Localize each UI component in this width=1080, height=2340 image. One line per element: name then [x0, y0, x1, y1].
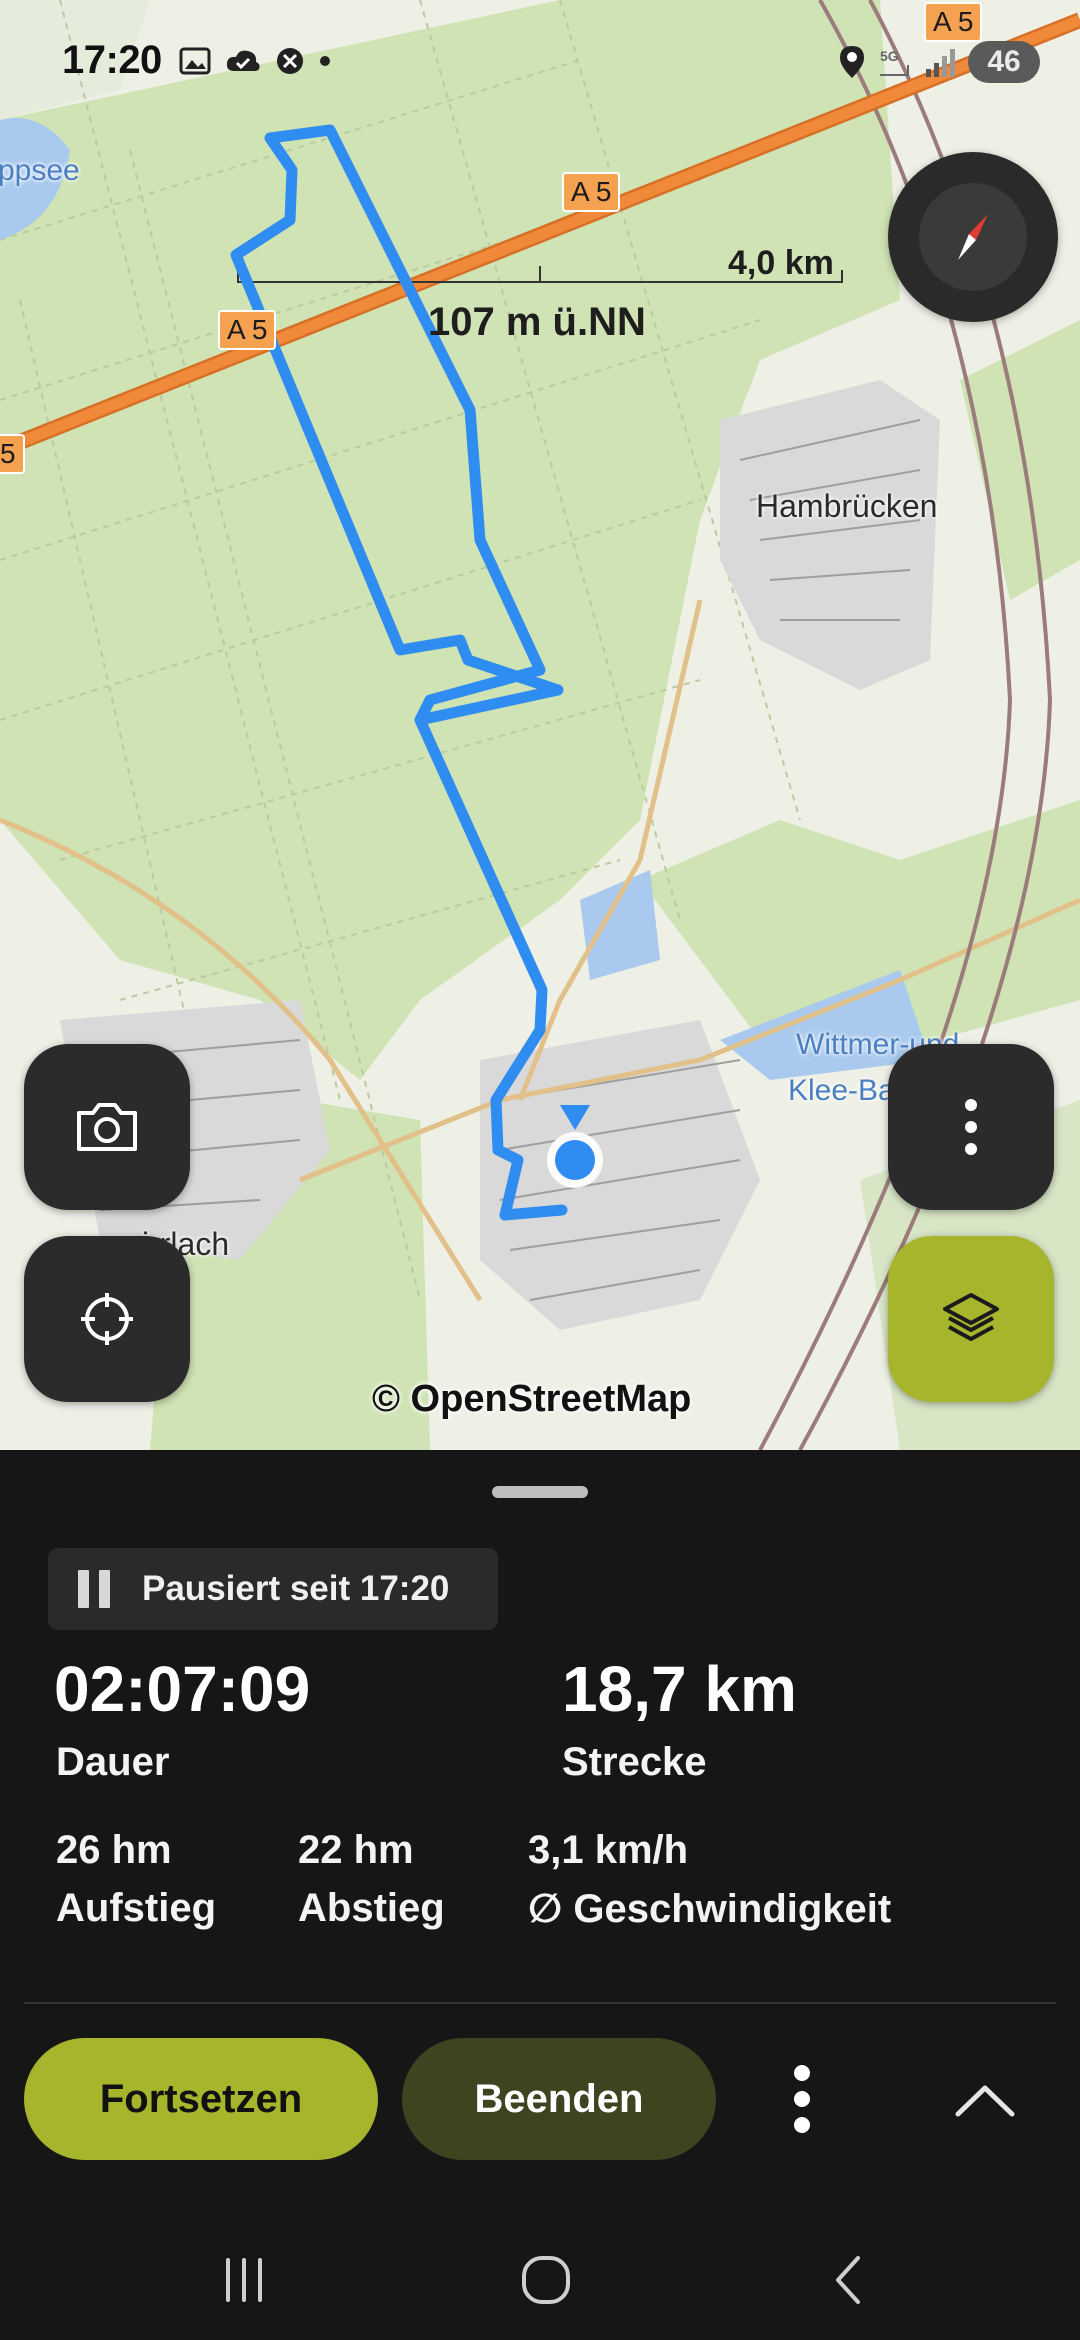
back-icon [836, 2256, 860, 2304]
more-vertical-icon [965, 1099, 977, 1155]
map-attribution[interactable]: © OpenStreetMap [372, 1378, 691, 1421]
divider [24, 2002, 1056, 2004]
notification-icons [178, 44, 332, 78]
recent-apps-button[interactable] [184, 2230, 304, 2330]
duration-label: Dauer [56, 1740, 170, 1784]
svg-text:5G: 5G [880, 48, 899, 64]
location-pin-icon [840, 46, 864, 78]
compass-icon [958, 214, 988, 260]
cloud-check-icon [226, 50, 260, 71]
map-view[interactable]: 17:20 5G 46 A 5 A 5 A 5 5 4,0 km 107 m ü… [0, 0, 1080, 1450]
status-bar: 17:20 5G 46 [0, 0, 1080, 120]
road-shield: 5 [0, 434, 25, 474]
distance-value: 18,7 km [562, 1653, 797, 1725]
system-navigation-bar [0, 2210, 1080, 2340]
status-time: 17:20 [62, 38, 162, 82]
home-icon [522, 2256, 570, 2304]
recording-sheet: Pausiert seit 17:20 02:07:09 Dauer 18,7 … [0, 1450, 1080, 2340]
descent-label: Abstieg [298, 1886, 445, 1930]
road-shield: A 5 [562, 172, 621, 212]
more-options-icon[interactable] [778, 2054, 826, 2144]
ascent-label: Aufstieg [56, 1886, 216, 1930]
resume-button[interactable]: Fortsetzen [24, 2038, 378, 2160]
layers-button[interactable] [888, 1236, 1054, 1402]
signal-icon [926, 49, 955, 77]
paused-text: Pausiert seit 17:20 [142, 1569, 450, 1608]
crosshair-icon [81, 1293, 133, 1345]
speed-label: ∅ Geschwindigkeit [528, 1887, 892, 1931]
camera-button[interactable] [24, 1044, 190, 1210]
more-notifications-icon [320, 56, 330, 66]
menu-button[interactable] [888, 1044, 1054, 1210]
descent-value: 22 hm [298, 1828, 414, 1872]
speed-value: 3,1 km/h [528, 1828, 689, 1872]
road-shield: A 5 [924, 2, 983, 42]
distance-label: Strecke [562, 1740, 707, 1784]
recent-apps-icon [226, 2258, 262, 2302]
scale-label: 4,0 km [728, 244, 834, 282]
road-shield: A 5 [218, 310, 277, 350]
camera-icon [77, 1103, 137, 1151]
paused-status: Pausiert seit 17:20 [48, 1548, 498, 1630]
back-button[interactable] [790, 2230, 910, 2330]
end-button[interactable]: Beenden [402, 2038, 716, 2160]
sheet-drag-handle[interactable] [492, 1486, 588, 1498]
place-label: Hambrücken [756, 488, 938, 524]
network-5g-icon: 5G [880, 48, 909, 76]
water-label: ppsee [0, 154, 80, 187]
duration-value: 02:07:09 [54, 1653, 311, 1725]
system-icons: 5G 46 [838, 40, 1040, 84]
pause-icon [78, 1570, 110, 1608]
app-notification-icon [277, 48, 303, 74]
battery-indicator: 46 [968, 41, 1040, 83]
chevron-up-icon[interactable] [950, 2070, 1020, 2130]
locate-button[interactable] [24, 1236, 190, 1402]
home-button[interactable] [486, 2230, 606, 2330]
ascent-value: 26 hm [56, 1828, 172, 1872]
compass-button[interactable] [888, 152, 1058, 322]
gallery-icon [179, 47, 211, 75]
elevation-label: 107 m ü.NN [428, 300, 646, 344]
layers-icon [943, 1293, 999, 1341]
